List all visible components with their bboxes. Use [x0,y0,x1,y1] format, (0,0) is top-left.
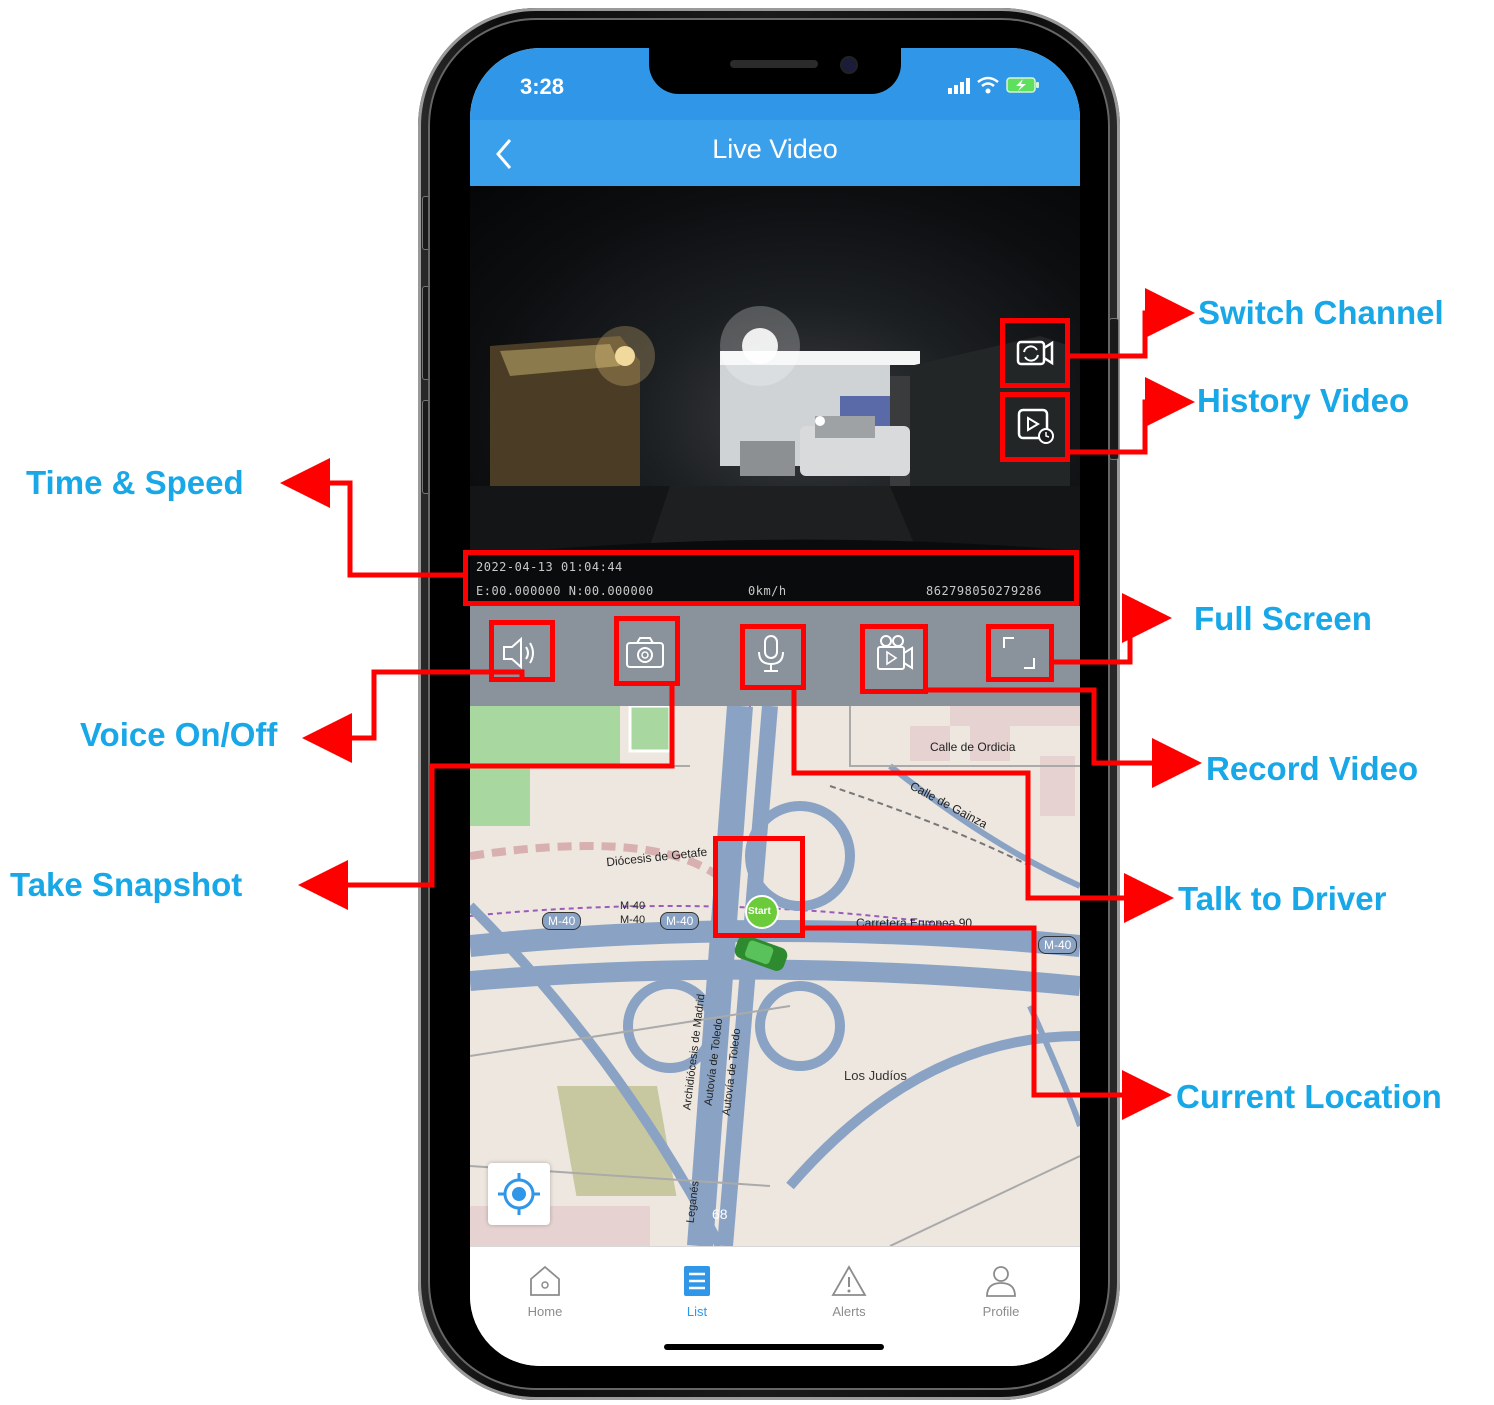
annotation-record-video: Record Video [1206,750,1419,787]
annotation-switch-channel: Switch Channel [1198,294,1444,331]
annotation-full-screen: Full Screen [1194,600,1372,637]
annotation-talk-to-driver: Talk to Driver [1178,880,1387,917]
annotation-take-snapshot: Take Snapshot [10,866,243,903]
annotation-current-location: Current Location [1176,1078,1442,1115]
annotation-arrows [280,288,1202,1120]
annotation-history-video: History Video [1197,382,1410,419]
annotation-time-speed: Time & Speed [26,464,244,501]
annotation-voice: Voice On/Off [80,716,278,753]
